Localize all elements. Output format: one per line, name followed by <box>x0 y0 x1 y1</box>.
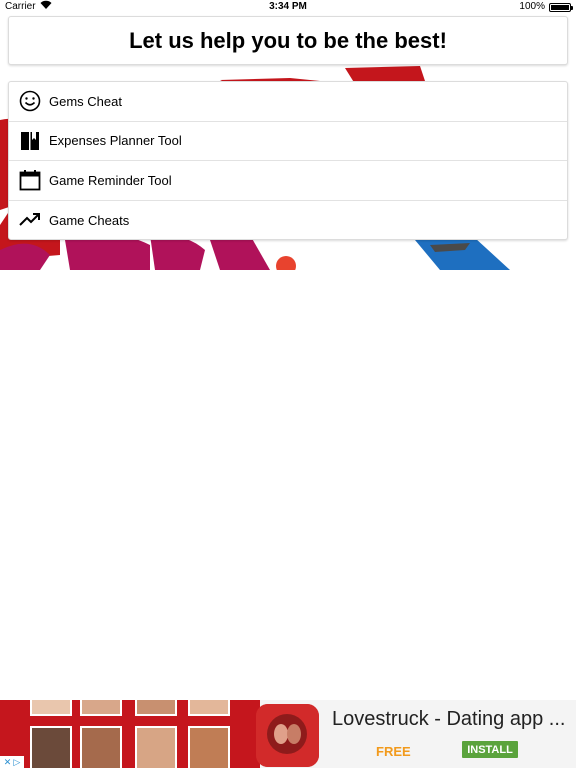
ad-title[interactable]: Lovestruck - Dating app ... <box>332 708 565 731</box>
menu-item-label: Gems Cheat <box>49 93 122 109</box>
status-bar: Carrier 3:34 PM 100% <box>0 0 576 14</box>
menu-list: Gems Cheat Expenses Planner Tool Game Re… <box>8 81 568 240</box>
battery-icon <box>549 2 573 12</box>
book-icon <box>19 130 41 152</box>
install-button[interactable]: INSTALL <box>462 741 518 758</box>
ad-price: FREE <box>376 744 411 759</box>
menu-item-game-reminder[interactable]: Game Reminder Tool <box>9 161 567 201</box>
avatar <box>80 726 122 768</box>
avatar <box>80 700 122 716</box>
header-card: Let us help you to be the best! <box>8 16 568 65</box>
ad-choices-icon[interactable]: ✕ ▷ <box>0 756 24 768</box>
trending-up-icon <box>19 209 41 231</box>
ad-photo-collage <box>0 700 260 768</box>
status-time: 3:34 PM <box>269 1 307 12</box>
menu-item-label: Game Cheats <box>49 212 130 228</box>
smiley-icon <box>19 90 41 112</box>
menu-item-label: Expenses Planner Tool <box>49 133 182 149</box>
menu-item-expenses-planner[interactable]: Expenses Planner Tool <box>9 122 567 161</box>
status-right: 100% <box>519 0 573 14</box>
avatar <box>135 700 177 716</box>
avatar <box>135 726 177 768</box>
battery-fill <box>551 4 569 10</box>
battery-percent: 100% <box>519 1 545 12</box>
calendar-icon <box>19 169 41 191</box>
avatar <box>188 726 230 768</box>
adchoices-play-icon[interactable]: ▷ <box>13 757 20 768</box>
page-title: Let us help you to be the best! <box>129 27 447 53</box>
ad-banner[interactable]: Lovestruck - Dating app ... FREE INSTALL <box>0 700 576 768</box>
close-icon[interactable]: ✕ <box>4 757 12 768</box>
menu-item-game-cheats[interactable]: Game Cheats <box>9 201 567 240</box>
avatar <box>30 726 72 768</box>
menu-item-gems-cheat[interactable]: Gems Cheat <box>9 82 567 122</box>
ad-app-icon[interactable] <box>256 704 319 767</box>
avatar <box>188 700 230 716</box>
menu-item-label: Game Reminder Tool <box>49 172 172 188</box>
avatar <box>30 700 72 716</box>
